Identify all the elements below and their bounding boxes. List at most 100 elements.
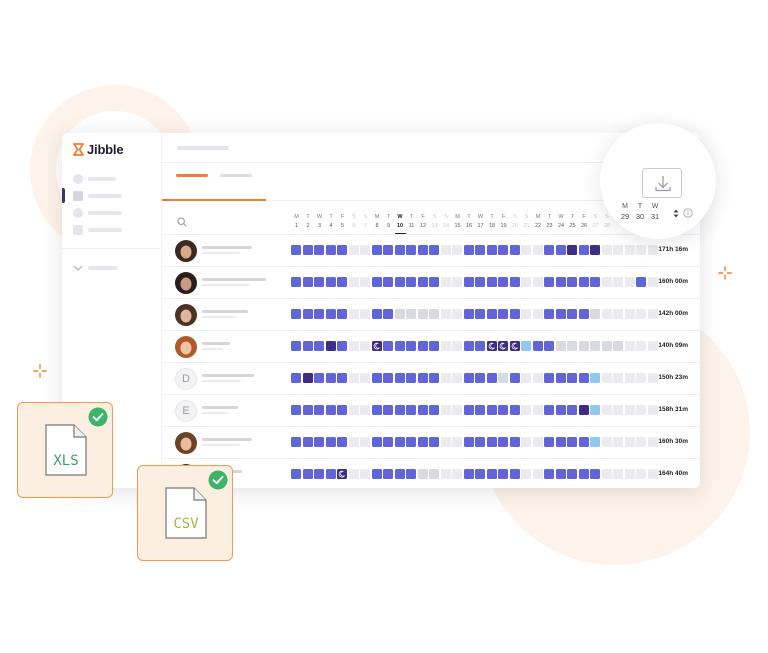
day-cell[interactable] (360, 277, 370, 287)
day-cell[interactable] (521, 341, 531, 351)
day-cell[interactable] (371, 405, 382, 415)
day-cell[interactable] (440, 373, 451, 383)
day-cell[interactable] (590, 245, 600, 255)
day-cell[interactable] (406, 469, 416, 479)
day-cell[interactable] (417, 309, 428, 319)
day-cell[interactable] (429, 341, 439, 351)
day-cell[interactable] (636, 245, 646, 255)
day-cell[interactable] (567, 309, 577, 319)
info-icon[interactable] (683, 208, 693, 218)
day-cell[interactable] (613, 469, 623, 479)
day-cell[interactable] (624, 341, 635, 351)
day-cell[interactable] (383, 277, 393, 287)
day-cell[interactable] (555, 469, 566, 479)
day-cell[interactable] (624, 309, 635, 319)
day-cell[interactable] (429, 437, 439, 447)
day-cell[interactable] (590, 373, 600, 383)
day-cell[interactable] (624, 373, 635, 383)
day-cell[interactable] (578, 245, 589, 255)
day-cell[interactable] (348, 277, 359, 287)
day-cell[interactable] (291, 405, 301, 415)
day-cell[interactable] (452, 245, 462, 255)
day-cell[interactable] (486, 469, 497, 479)
day-cell[interactable] (360, 373, 370, 383)
day-cell[interactable] (498, 245, 508, 255)
day-cell[interactable] (325, 341, 336, 351)
day-cell[interactable] (406, 437, 416, 447)
day-cell[interactable] (613, 245, 623, 255)
sidebar-item[interactable] (73, 208, 122, 218)
day-cell[interactable] (544, 277, 554, 287)
day-cell[interactable] (521, 309, 531, 319)
day-cell[interactable] (544, 469, 554, 479)
day-cell[interactable] (314, 373, 324, 383)
day-cell[interactable] (567, 469, 577, 479)
day-cell[interactable] (406, 373, 416, 383)
day-cell[interactable] (636, 405, 646, 415)
day-cell[interactable] (429, 277, 439, 287)
day-cell[interactable] (302, 341, 313, 351)
day-cell[interactable] (475, 437, 485, 447)
day-cell[interactable] (440, 341, 451, 351)
day-cell[interactable] (601, 373, 612, 383)
day-cell[interactable] (624, 277, 635, 287)
day-cell[interactable] (636, 341, 646, 351)
day-cell[interactable] (325, 437, 336, 447)
table-row[interactable]: D 150h 23m (162, 362, 700, 394)
day-cell[interactable] (452, 277, 462, 287)
day-cell[interactable] (325, 245, 336, 255)
day-cell[interactable] (348, 373, 359, 383)
day-cell[interactable] (578, 405, 589, 415)
day-cell[interactable] (371, 309, 382, 319)
day-cell[interactable] (567, 373, 577, 383)
day-cell[interactable] (452, 309, 462, 319)
day-cell[interactable] (532, 405, 543, 415)
day-cell[interactable] (383, 309, 393, 319)
day-cell[interactable] (521, 245, 531, 255)
day-cell[interactable] (429, 469, 439, 479)
day-cell[interactable] (601, 277, 612, 287)
day-cell[interactable] (509, 469, 520, 479)
day-cell[interactable] (647, 245, 658, 255)
day-cell[interactable] (509, 437, 520, 447)
day-cell[interactable] (325, 373, 336, 383)
day-cell[interactable] (578, 437, 589, 447)
day-cell[interactable] (613, 341, 623, 351)
day-cell[interactable] (647, 469, 658, 479)
day-cell[interactable] (429, 309, 439, 319)
day-cell[interactable] (371, 469, 382, 479)
day-cell[interactable] (429, 245, 439, 255)
day-cell[interactable] (348, 245, 359, 255)
day-cell[interactable] (475, 469, 485, 479)
day-cell[interactable] (302, 309, 313, 319)
day-cell[interactable] (532, 373, 543, 383)
day-cell[interactable] (636, 469, 646, 479)
day-cell[interactable] (348, 341, 359, 351)
day-cell[interactable] (394, 309, 405, 319)
day-cell[interactable] (314, 309, 324, 319)
sort-icon[interactable] (673, 209, 679, 218)
day-cell[interactable] (452, 405, 462, 415)
avatar[interactable] (175, 432, 197, 454)
day-cell[interactable] (302, 277, 313, 287)
day-cell[interactable] (475, 309, 485, 319)
day-cell[interactable] (647, 437, 658, 447)
day-cell[interactable] (371, 341, 382, 351)
day-cell[interactable] (590, 437, 600, 447)
day-cell[interactable] (486, 373, 497, 383)
day-cell[interactable] (463, 341, 474, 351)
day-cell[interactable] (383, 373, 393, 383)
day-cell[interactable] (601, 309, 612, 319)
day-cell[interactable] (532, 469, 543, 479)
day-cell[interactable] (601, 469, 612, 479)
day-cell[interactable] (383, 437, 393, 447)
day-cell[interactable] (394, 373, 405, 383)
day-cell[interactable] (383, 405, 393, 415)
day-cell[interactable] (302, 373, 313, 383)
sidebar-item[interactable] (73, 174, 116, 184)
day-cell[interactable] (394, 405, 405, 415)
day-cell[interactable] (452, 469, 462, 479)
day-cell[interactable] (337, 469, 347, 479)
day-cell[interactable] (440, 469, 451, 479)
day-cell[interactable] (291, 437, 301, 447)
